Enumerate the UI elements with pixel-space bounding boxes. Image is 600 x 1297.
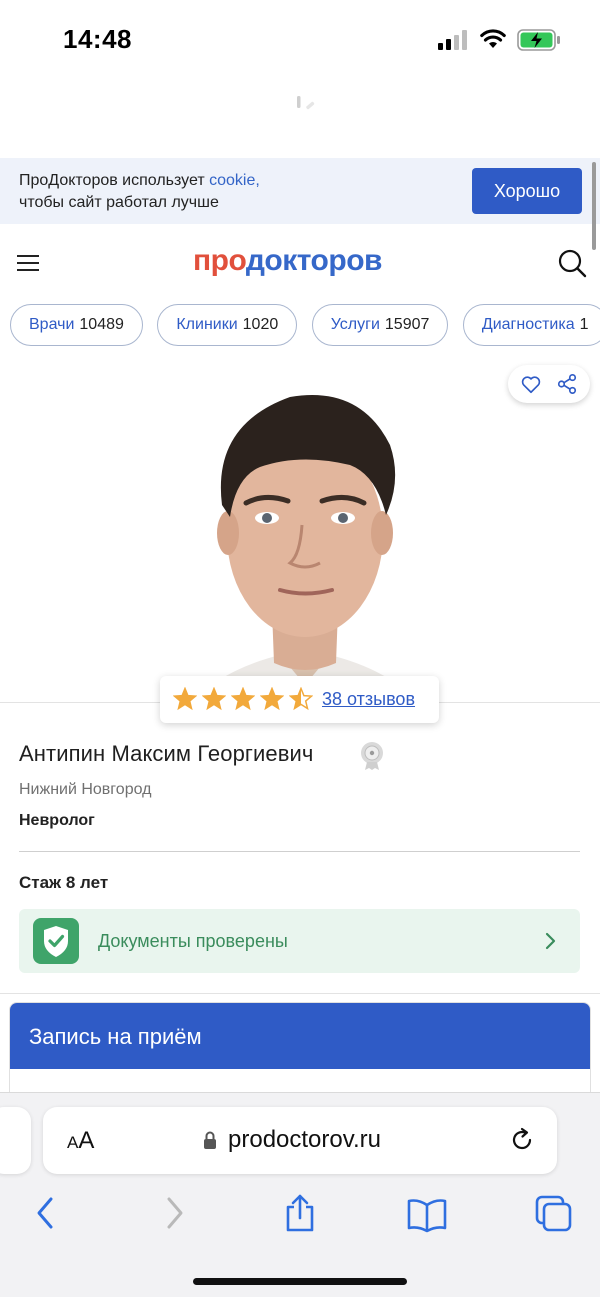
star-icon [202,687,226,711]
cookie-text-part1: ПроДокторов использует [19,172,210,189]
appointment-title: Запись на приём [10,1003,590,1069]
address-bar[interactable]: AA prodoctorov.ru [43,1107,557,1174]
logo-part-doctors: докторов [245,244,383,277]
chip-clinics[interactable]: Клиники 1020 [157,304,298,346]
star-icon [231,687,255,711]
star-icon [260,687,284,711]
text-size-small-glyph: A [67,1133,79,1152]
chip-label: Врачи [29,316,75,333]
reload-icon[interactable] [509,1127,535,1153]
divider [19,851,580,852]
star-icon [173,687,197,711]
browser-toolbar: AA prodoctorov.ru [0,1092,600,1297]
shield-check-icon [33,918,79,964]
status-time: 14:48 [63,24,132,54]
cookie-link[interactable]: cookie, [209,172,260,189]
cookie-accept-button[interactable]: Хорошо [472,168,582,214]
wifi-icon [480,29,506,48]
cookie-banner: ПроДокторов использует cookie, чтобы сай… [0,158,600,224]
hamburger-menu-icon[interactable] [17,254,39,272]
doctor-name: Антипин Максим Георгиевич [19,741,314,766]
loading-indicator-icon [297,96,315,110]
status-bar: 14:48 [0,0,600,80]
chip-count: 10489 [79,316,124,333]
category-chips: Врачи 10489 Клиники 1020 Услуги 15907 Диагн… [10,304,600,346]
documents-verified-row[interactable]: Документы проверены [19,909,580,973]
tabs-icon[interactable] [535,1193,573,1233]
chip-diagnostics[interactable]: Диагностика 1 [462,304,600,346]
chip-services[interactable]: Услуги 15907 [311,304,449,346]
doctor-city: Нижний Новгород [19,781,152,798]
chip-label: Диагностика [481,316,575,333]
back-icon[interactable] [33,1193,57,1233]
cellular-signal-icon [438,30,467,50]
doctor-experience: Стаж 8 лет [19,873,109,892]
doctor-specialty[interactable]: Невролог [19,812,95,830]
favorite-heart-icon[interactable] [520,373,542,395]
medal-icon[interactable] [359,741,385,771]
reviews-link[interactable]: 38 отзывов [322,689,415,710]
bookmarks-icon[interactable] [406,1193,448,1233]
site-logo[interactable]: продокторов [193,244,382,278]
doctor-photo [150,385,460,705]
text-size-button[interactable]: AA [67,1127,94,1155]
lock-icon [204,1131,216,1149]
chip-label: Услуги [330,316,380,333]
site-header: продокторов [0,232,600,294]
rating-stars [173,687,313,711]
chip-count: 1 [579,316,589,333]
rating-badge: 38 отзывов [160,676,439,723]
star-icon [289,687,313,711]
cookie-message: ПроДокторов использует cookie, чтобы сай… [19,170,319,214]
share-sheet-icon[interactable] [283,1193,317,1233]
chip-doctors[interactable]: Врачи 10489 [10,304,143,346]
home-indicator [193,1278,407,1285]
documents-verified-label: Документы проверены [98,931,288,951]
browser-nav-row [0,1193,600,1237]
profile-actions [508,365,590,403]
previous-tab-stub[interactable] [0,1107,31,1174]
chip-count: 1020 [242,316,279,333]
chevron-right-icon [545,932,556,950]
share-icon[interactable] [556,373,578,395]
forward-icon[interactable] [163,1193,187,1233]
logo-part-pro: про [193,244,246,277]
search-icon[interactable] [557,248,587,278]
battery-charging-icon [517,29,560,51]
url-text: prodoctorov.ru [228,1126,381,1153]
text-size-large-glyph: A [78,1127,95,1154]
chip-label: Клиники [176,316,238,333]
chip-count: 15907 [384,316,430,333]
cookie-text-part2: чтобы сайт работал лучше [19,194,219,211]
